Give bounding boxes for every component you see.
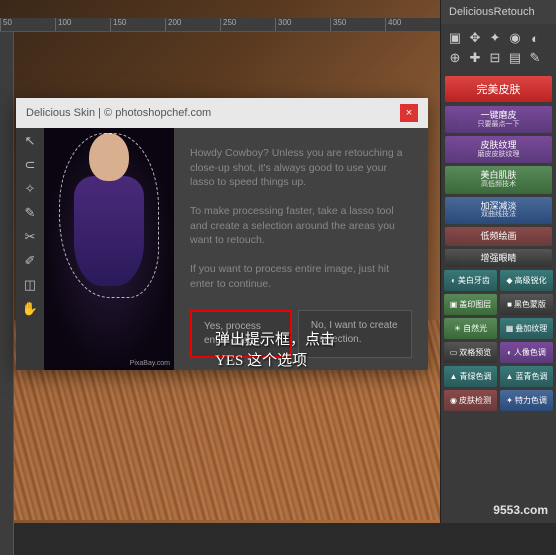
ruler-horizontal: 50 100 150 200 250 300 350 400 bbox=[0, 18, 440, 32]
detect-icon: ◉ bbox=[450, 396, 457, 405]
grid-blue-cyan[interactable]: ▲蓝青色调 bbox=[500, 366, 553, 387]
grid-special-tone[interactable]: ✦特力色调 bbox=[500, 390, 553, 411]
annotation-line1: 弹出提示框，点击 bbox=[215, 330, 335, 351]
dialog-delicious-skin: Delicious Skin | © photoshopchef.com × ↖… bbox=[16, 98, 428, 370]
eyedrop-tool-icon[interactable]: ✐ bbox=[21, 252, 39, 270]
watermark: 9553.com bbox=[493, 503, 548, 517]
clone-icon[interactable]: ⊕ bbox=[447, 50, 463, 66]
grid-skin-detect[interactable]: ◉皮肤检测 bbox=[444, 390, 497, 411]
grid-portrait-tone[interactable]: ◐人像色调 bbox=[500, 342, 553, 363]
action-lowfreq[interactable]: 低频绘画 bbox=[445, 227, 552, 246]
grid-preview[interactable]: ▭双格预览 bbox=[444, 342, 497, 363]
action-eyes[interactable]: 增强眼睛 bbox=[445, 249, 552, 268]
grid-overlay-texture[interactable]: ▦叠加纹理 bbox=[500, 318, 553, 339]
preview-icon: ▭ bbox=[450, 348, 458, 357]
brush-tool-icon[interactable]: ✎ bbox=[21, 204, 39, 222]
crop-tool-icon[interactable]: ✂ bbox=[21, 228, 39, 246]
perfect-skin-button[interactable]: 完美皮肤 bbox=[445, 76, 552, 102]
ruler-mark: 200 bbox=[165, 18, 220, 31]
ruler-mark: 350 bbox=[330, 18, 385, 31]
tone-icon: ◐ bbox=[507, 348, 512, 357]
healing-icon[interactable]: ✚ bbox=[467, 50, 483, 66]
eraser-tool-icon[interactable]: ◫ bbox=[21, 276, 39, 294]
dialog-p2: To make processing faster, take a lasso … bbox=[190, 204, 412, 248]
dialog-close-button[interactable]: × bbox=[400, 104, 418, 122]
adjust-icon[interactable]: ◐ bbox=[527, 30, 543, 46]
panel-toolbar: ▣ ✥ ✦ ◉ ◐ ⊕ ✚ ⊟ ▤ ✎ bbox=[441, 24, 556, 72]
texture-icon: ▦ bbox=[506, 324, 514, 333]
action-texture[interactable]: 皮肤纹理磨皮皮肤纹理 bbox=[445, 136, 552, 163]
star-icon: ✦ bbox=[506, 396, 513, 405]
grid-mask[interactable]: ■黑色蒙版 bbox=[500, 294, 553, 315]
ruler-mark: 150 bbox=[110, 18, 165, 31]
hand-tool-icon[interactable]: ✋ bbox=[21, 300, 39, 318]
dialog-preview-image: PixaBay.com bbox=[44, 128, 174, 370]
sun-icon: ☀ bbox=[454, 324, 461, 333]
arrow-tool-icon[interactable]: ↖ bbox=[21, 132, 39, 150]
ruler-mark: 100 bbox=[55, 18, 110, 31]
grid-stamp[interactable]: ▣盖印图层 bbox=[444, 294, 497, 315]
grid-teeth[interactable]: ◐美白牙齿 bbox=[444, 270, 497, 291]
stamp-icon: ▣ bbox=[450, 300, 458, 309]
teeth-icon: ◐ bbox=[451, 276, 456, 285]
dialog-titlebar: Delicious Skin | © photoshopchef.com × bbox=[16, 98, 428, 128]
action-dodge-burn[interactable]: 加深减淡双曲线技法 bbox=[445, 197, 552, 224]
plugin-panel: DeliciousRetouch ▣ ✥ ✦ ◉ ◐ ⊕ ✚ ⊟ ▤ ✎ 完美皮… bbox=[440, 0, 556, 523]
mask-icon: ■ bbox=[507, 300, 512, 309]
wand-tool-icon[interactable]: ✧ bbox=[21, 180, 39, 198]
grid-natural[interactable]: ☀自然光 bbox=[444, 318, 497, 339]
image-credit: PixaBay.com bbox=[130, 360, 170, 367]
action-smooth[interactable]: 一键磨皮只要最点一下 bbox=[445, 106, 552, 133]
lasso-tool-icon[interactable]: ⊂ bbox=[21, 156, 39, 174]
triangle-icon: ▲ bbox=[506, 372, 514, 381]
eye-icon[interactable]: ◉ bbox=[507, 30, 523, 46]
slider-icon[interactable]: ⊟ bbox=[487, 50, 503, 66]
ruler-mark: 300 bbox=[275, 18, 330, 31]
annotation-line2: YES 这个选项 bbox=[215, 351, 335, 372]
sharpen-icon: ◆ bbox=[506, 276, 512, 285]
grid-cyan-green[interactable]: ▲青绿色调 bbox=[444, 366, 497, 387]
action-grid: ◐美白牙齿 ◆高级锐化 ▣盖印图层 ■黑色蒙版 ☀自然光 ▦叠加纹理 ▭双格预览… bbox=[441, 267, 556, 414]
ruler-mark: 250 bbox=[220, 18, 275, 31]
action-list: 一键磨皮只要最点一下 皮肤纹理磨皮皮肤纹理 美白肌肤高低频技术 加深减淡双曲线技… bbox=[441, 106, 556, 267]
grid-sharpen[interactable]: ◆高级锐化 bbox=[500, 270, 553, 291]
triangle-icon: ▲ bbox=[450, 372, 458, 381]
ruler-vertical bbox=[0, 32, 14, 555]
panel-title: DeliciousRetouch bbox=[441, 0, 556, 24]
brush-icon[interactable]: ✎ bbox=[527, 50, 543, 66]
ruler-mark: 400 bbox=[385, 18, 440, 31]
dialog-p1: Howdy Cowboy? Unless you are retouching … bbox=[190, 146, 412, 190]
dialog-title-text: Delicious Skin | © photoshopchef.com bbox=[26, 107, 211, 119]
layer-icon[interactable]: ▤ bbox=[507, 50, 523, 66]
dialog-toolbar: ↖ ⊂ ✧ ✎ ✂ ✐ ◫ ✋ bbox=[16, 128, 44, 370]
dialog-p3: If you want to process entire image, jus… bbox=[190, 262, 412, 291]
ruler-mark: 50 bbox=[0, 18, 55, 31]
annotation-text: 弹出提示框，点击 YES 这个选项 bbox=[215, 330, 335, 372]
action-whiten[interactable]: 美白肌肤高低频技术 bbox=[445, 166, 552, 193]
marquee-icon[interactable]: ▣ bbox=[447, 30, 463, 46]
move-icon[interactable]: ✥ bbox=[467, 30, 483, 46]
sparkle-icon[interactable]: ✦ bbox=[487, 30, 503, 46]
lasso-selection-outline bbox=[59, 133, 159, 298]
